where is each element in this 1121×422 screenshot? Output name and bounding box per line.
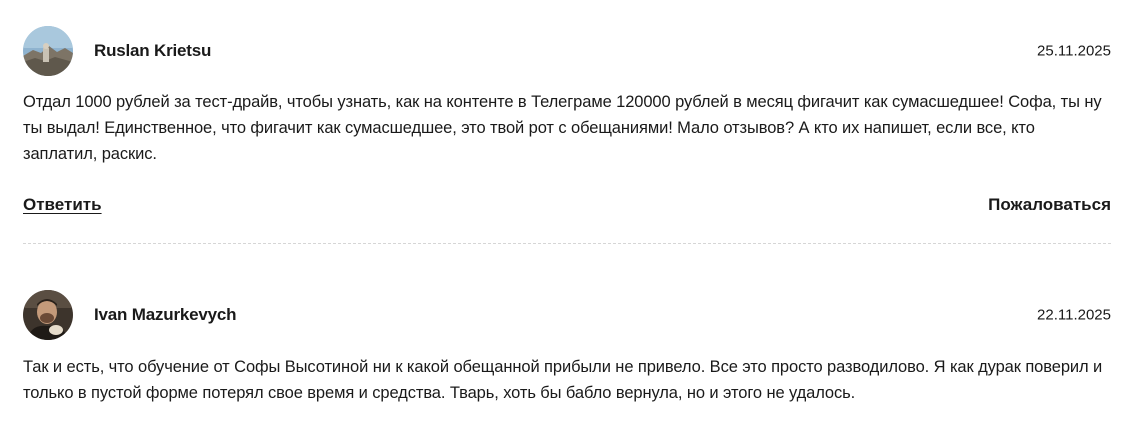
review-text: Отдал 1000 рублей за тест-драйв, чтобы у… (23, 93, 1102, 163)
avatar (23, 26, 73, 76)
reply-link[interactable]: Ответить (23, 195, 102, 215)
review-item: Ivan Mazurkevych 22.11.2025 Так и есть, … (23, 290, 1111, 406)
review-divider (23, 243, 1111, 244)
review-header: Ivan Mazurkevych 22.11.2025 (23, 290, 1111, 340)
report-link[interactable]: Пожаловаться (988, 195, 1111, 215)
review-date: 25.11.2025 (1037, 42, 1111, 60)
review-text: Так и есть, что обучение от Софы Высотин… (23, 358, 1103, 402)
review-header: Ruslan Krietsu 25.11.2025 (23, 26, 1111, 76)
review-item: Ruslan Krietsu 25.11.2025 Отдал 1000 руб… (23, 26, 1111, 217)
author-name: Ivan Mazurkevych (94, 305, 237, 324)
avatar (23, 290, 73, 340)
review-actions: Ответить Пожаловаться (23, 195, 1111, 217)
author-name: Ruslan Krietsu (94, 41, 212, 60)
review-date: 22.11.2025 (1037, 306, 1111, 324)
